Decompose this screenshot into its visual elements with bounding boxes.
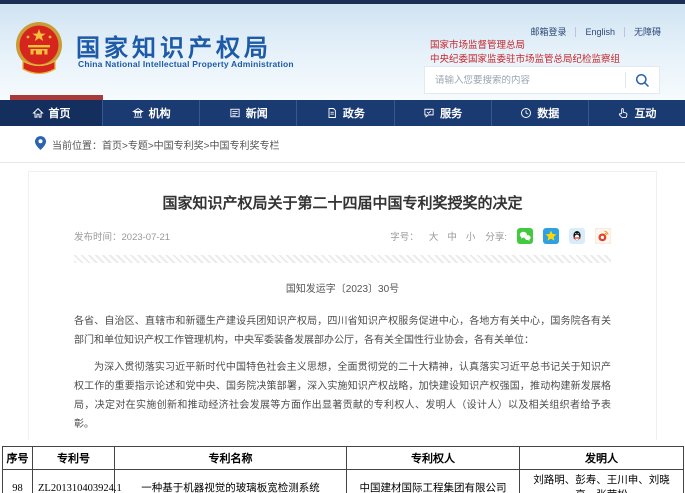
- search-icon[interactable]: [626, 73, 659, 88]
- cell-patent-number: ZL201310403924.1: [33, 470, 115, 493]
- accessibility-link[interactable]: 无障碍: [634, 25, 661, 38]
- article-paragraph-preamble: 为深入贯彻落实习近平新时代中国特色社会主义思想，全面贯彻党的二十大精神，认真落实…: [74, 358, 611, 434]
- data-icon: [520, 107, 532, 119]
- col-header-patent-number: 专利号: [33, 447, 115, 470]
- home-icon: [32, 107, 44, 119]
- market-regulation-link[interactable]: 国家市场监督管理总局: [430, 39, 620, 53]
- cell-patent-name: 一种基于机器视觉的玻璃板宽检测系统: [115, 470, 347, 493]
- news-icon: [229, 107, 241, 119]
- hatched-divider: [74, 255, 611, 263]
- nav-tab-home[interactable]: 首页: [0, 100, 103, 126]
- english-link[interactable]: English: [585, 27, 615, 37]
- main-navigation: 首页 机构 新闻 政务 服务 数据 互动: [0, 100, 685, 126]
- document-icon: [326, 107, 338, 119]
- article-paragraph-recipients: 各省、自治区、直辖市和新疆生产建设兵团知识产权局，四川省知识产权服务促进中心，各…: [74, 312, 611, 350]
- wechat-share-icon[interactable]: [517, 228, 533, 244]
- document-number: 国知发运字〔2023〕30号: [29, 280, 656, 295]
- divider: [575, 27, 576, 37]
- cell-patentee: 中国建材国际工程集团有限公司: [347, 470, 520, 493]
- fontsize-small-button[interactable]: 小: [466, 229, 476, 243]
- patent-award-table: 序号 专利号 专利名称 专利权人 发明人 98 ZL201310403924.1…: [2, 446, 684, 493]
- search-bar: [424, 66, 660, 94]
- divider: [624, 27, 625, 37]
- share-label: 分享:: [485, 229, 507, 243]
- utility-links: 邮箱登录 English 无障碍: [530, 25, 661, 38]
- article-meta-row: 发布时间：2023-07-21 字号： 大 中 小 分享:: [74, 228, 611, 244]
- cell-index: 98: [3, 470, 33, 493]
- nav-tab-data[interactable]: 数据: [492, 100, 589, 126]
- fontsize-large-button[interactable]: 大: [429, 229, 439, 243]
- discipline-inspection-link[interactable]: 中央纪委国家监委驻市场监管总局纪检监察组: [430, 53, 620, 67]
- active-tab-accent-bar: [10, 95, 103, 100]
- nav-tab-government-affairs[interactable]: 政务: [297, 100, 394, 126]
- fontsize-label: 字号：: [390, 229, 419, 243]
- col-header-index: 序号: [3, 447, 33, 470]
- service-icon: [423, 107, 435, 119]
- breadcrumb: 当前位置：首页>专题>中国专利奖>中国专利奖专栏: [0, 126, 685, 163]
- article-panel: 国家知识产权局关于第二十四届中国专利奖授奖的决定 发布时间：2023-07-21…: [28, 171, 657, 440]
- cell-inventors: 刘路明、彭寿、王川申、刘晓亮、张荣松: [520, 470, 684, 493]
- table-header-row: 序号 专利号 专利名称 专利权人 发明人: [3, 447, 684, 470]
- bank-icon: [132, 107, 144, 119]
- site-subtitle-english: China National Intellectual Property Adm…: [78, 59, 294, 69]
- fontsize-medium-button[interactable]: 中: [447, 229, 457, 243]
- article-title: 国家知识产权局关于第二十四届中国专利奖授奖的决定: [29, 192, 656, 213]
- interact-icon: [617, 107, 629, 119]
- meta-right-tools: 字号： 大 中 小 分享:: [390, 228, 611, 244]
- weibo-share-icon[interactable]: [595, 228, 611, 244]
- publish-date: 发布时间：2023-07-21: [74, 229, 170, 243]
- breadcrumb-text[interactable]: 当前位置：首页>专题>中国专利奖>中国专利奖专栏: [52, 137, 280, 152]
- col-header-patent-name: 专利名称: [115, 447, 347, 470]
- nav-tab-services[interactable]: 服务: [395, 100, 492, 126]
- search-input[interactable]: [425, 75, 625, 86]
- nav-tab-news[interactable]: 新闻: [200, 100, 297, 126]
- col-header-patentee: 专利权人: [347, 447, 520, 470]
- location-pin-icon: [35, 136, 46, 153]
- fontsize-controls: 大 中 小: [429, 229, 476, 243]
- qzone-share-icon[interactable]: [543, 228, 559, 244]
- qq-share-icon[interactable]: [569, 228, 585, 244]
- site-header: 国家知识产权局 China National Intellectual Prop…: [0, 4, 685, 100]
- nav-tab-organization[interactable]: 机构: [103, 100, 200, 126]
- site-title: 国家知识产权局: [76, 28, 272, 63]
- nav-tab-interaction[interactable]: 互动: [589, 100, 685, 126]
- related-agency-links: 国家市场监督管理总局 中央纪委国家监委驻市场监管总局纪检监察组: [430, 39, 620, 67]
- share-bar: 分享:: [485, 228, 611, 244]
- table-row: 98 ZL201310403924.1 一种基于机器视觉的玻璃板宽检测系统 中国…: [3, 470, 684, 493]
- national-emblem-logo: [14, 20, 64, 81]
- col-header-inventors: 发明人: [520, 447, 684, 470]
- mail-login-link[interactable]: 邮箱登录: [530, 25, 566, 38]
